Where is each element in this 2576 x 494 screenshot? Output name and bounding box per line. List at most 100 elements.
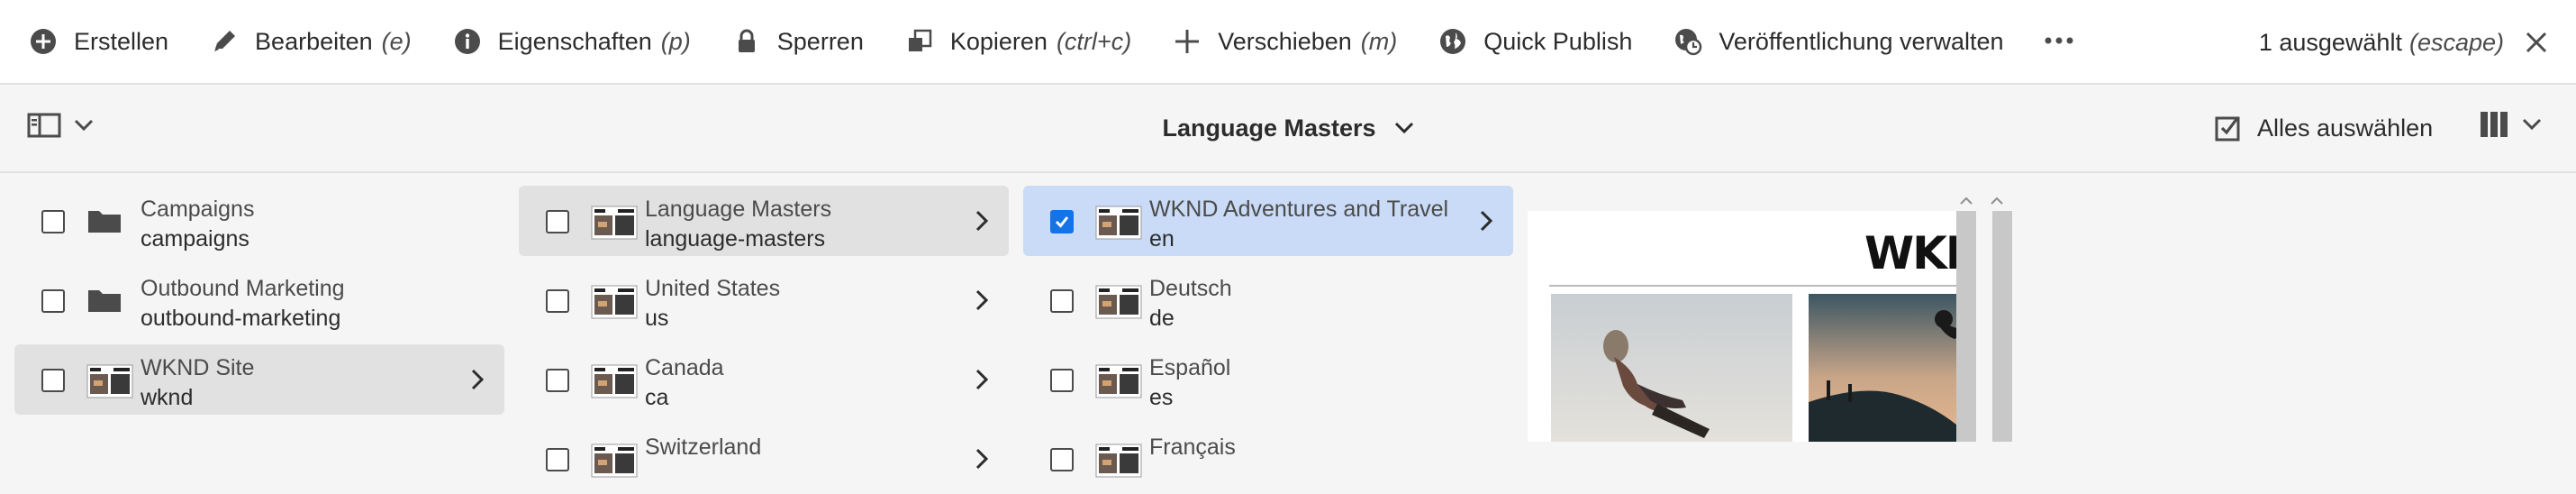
- copy-shortcut: (ctrl+c): [1056, 27, 1132, 55]
- item-title: Language Masters: [645, 197, 832, 222]
- list-item-outbound-marketing[interactable]: Outbound Marketing outbound-marketing: [14, 265, 504, 335]
- item-text: WKND Adventures and Travel en: [1149, 195, 1448, 254]
- item-checkbox[interactable]: [546, 210, 569, 233]
- page-thumbnail: [1095, 364, 1142, 398]
- preview-scroll-arrows[interactable]: [1956, 197, 2009, 209]
- item-text: Français: [1149, 433, 1236, 462]
- item-name: wknd: [141, 385, 194, 410]
- select-all-button[interactable]: Alles auswählen: [2214, 85, 2433, 171]
- list-item-fran-ais[interactable]: Français: [1023, 424, 1513, 494]
- selection-shortcut: (escape): [2408, 28, 2504, 56]
- pencil-icon: [208, 25, 240, 58]
- list-item-es[interactable]: Español es: [1023, 344, 1513, 415]
- globe-clock-icon: [1672, 25, 1704, 58]
- item-checkbox[interactable]: [546, 369, 569, 392]
- list-item-switzerland[interactable]: Switzerland: [519, 424, 1009, 494]
- checkbox-select-all-icon: [2214, 114, 2243, 142]
- move-shortcut: (m): [1360, 27, 1398, 55]
- chevron-down-icon: [2522, 118, 2542, 135]
- move-icon: [1171, 25, 1203, 58]
- item-checkbox[interactable]: [41, 210, 65, 233]
- scroll-up-icon[interactable]: [1991, 197, 2003, 206]
- item-text: Deutsch de: [1149, 274, 1232, 334]
- page-thumbnail: [86, 364, 133, 398]
- globe-icon: [1437, 25, 1469, 58]
- chevron-right-icon[interactable]: [975, 368, 989, 396]
- preview-scrollbar[interactable]: [1956, 211, 1976, 442]
- close-icon[interactable]: [2520, 26, 2553, 59]
- list-item-us[interactable]: United States us: [519, 265, 1009, 335]
- preview-image-skater: [1551, 294, 1792, 442]
- page-thumbnail: [1095, 444, 1142, 478]
- edit-shortcut: (e): [381, 27, 412, 55]
- manage-publication-button[interactable]: Veröffentlichung verwalten: [1672, 14, 2004, 69]
- item-title: Deutsch: [1149, 276, 1232, 301]
- item-checkbox[interactable]: [546, 289, 569, 313]
- item-checkbox[interactable]: [41, 289, 65, 313]
- item-checkbox[interactable]: [1050, 210, 1074, 233]
- list-item-campaigns[interactable]: Campaigns campaigns: [14, 186, 504, 256]
- item-title: WKND Site: [141, 355, 255, 380]
- list-item-de[interactable]: Deutsch de: [1023, 265, 1513, 335]
- item-title: Français: [1149, 435, 1236, 460]
- list-item-wknd[interactable]: WKND Site wknd: [14, 344, 504, 415]
- item-checkbox[interactable]: [1050, 448, 1074, 471]
- view-switcher[interactable]: [2479, 110, 2542, 143]
- item-text: Español es: [1149, 353, 1230, 413]
- quick-publish-button[interactable]: Quick Publish: [1437, 14, 1632, 69]
- lock-button[interactable]: Sperren: [730, 14, 864, 69]
- copy-label: Kopieren: [949, 27, 1048, 55]
- chevron-down-icon[interactable]: [1394, 122, 1414, 134]
- page-thumbnail: [1095, 206, 1142, 240]
- item-title: Outbound Marketing: [141, 276, 345, 301]
- item-checkbox[interactable]: [546, 448, 569, 471]
- scroll-up-icon[interactable]: [1960, 197, 1973, 206]
- item-checkbox[interactable]: [1050, 289, 1074, 313]
- title-bar: Language Masters Alles auswählen: [0, 85, 2576, 173]
- selection-info: 1 ausgewählt (escape): [2259, 0, 2553, 85]
- chevron-right-icon[interactable]: [975, 288, 989, 316]
- create-label: Erstellen: [74, 27, 169, 55]
- preview-divider: [1549, 285, 1956, 287]
- column-3: WKND Adventures and Travel en Deutsch de Esp…: [1009, 173, 1513, 478]
- properties-button[interactable]: Eigenschaften (p): [451, 14, 691, 69]
- item-text: United States us: [645, 274, 780, 334]
- chevron-right-icon[interactable]: [975, 209, 989, 237]
- edit-button[interactable]: Bearbeiten (e): [208, 14, 412, 69]
- item-checkbox[interactable]: [1050, 369, 1074, 392]
- page-thumbnail: [1095, 285, 1142, 319]
- item-title: WKND Adventures and Travel: [1149, 197, 1449, 222]
- move-button[interactable]: Verschieben (m): [1171, 14, 1397, 69]
- page-thumbnail: [591, 364, 638, 398]
- list-item-language-masters[interactable]: Language Masters language-masters: [519, 186, 1009, 256]
- column-2: Language Masters language-masters United S…: [504, 173, 1009, 478]
- list-item-ca[interactable]: Canada ca: [519, 344, 1009, 415]
- page-thumbnail: [591, 444, 638, 478]
- item-title: Español: [1149, 355, 1231, 380]
- item-text: Switzerland: [645, 433, 761, 462]
- chevron-right-icon[interactable]: [1479, 209, 1493, 237]
- item-title: Switzerland: [645, 435, 762, 460]
- chevron-right-icon[interactable]: [470, 368, 485, 396]
- more-actions-button[interactable]: [2044, 14, 2074, 69]
- properties-shortcut: (p): [660, 27, 691, 55]
- item-name: en: [1149, 226, 1175, 252]
- info-icon: [451, 25, 484, 58]
- page-title-text: Language Masters: [1162, 114, 1376, 142]
- item-text: Campaigns campaigns: [141, 195, 254, 254]
- page-thumbnail: [591, 285, 638, 319]
- column-view-icon: [2479, 110, 2509, 143]
- page-title: Language Masters: [0, 85, 2576, 171]
- chevron-right-icon[interactable]: [975, 447, 989, 475]
- list-item-en[interactable]: WKND Adventures and Travel en: [1023, 186, 1513, 256]
- quick-publish-label: Quick Publish: [1483, 27, 1633, 55]
- item-name: language-masters: [645, 226, 826, 252]
- create-button[interactable]: Erstellen: [27, 14, 168, 69]
- preview-scrollbar-secondary[interactable]: [1992, 211, 2012, 442]
- more-icon: [2044, 33, 2074, 50]
- lock-icon: [730, 25, 763, 58]
- item-name: es: [1149, 385, 1174, 410]
- copy-button[interactable]: Kopieren (ctrl+c): [903, 14, 1131, 69]
- item-checkbox[interactable]: [41, 369, 65, 392]
- select-all-label: Alles auswählen: [2257, 114, 2434, 142]
